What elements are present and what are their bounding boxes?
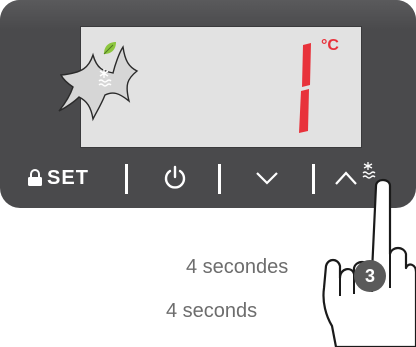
duration-caption-en: 4 seconds — [166, 300, 258, 322]
temperature-unit: °C — [321, 37, 339, 54]
set-button[interactable]: SET — [8, 150, 108, 206]
separator — [125, 164, 128, 194]
duration-caption-fr: 4 secondes — [186, 256, 289, 278]
power-button[interactable] — [140, 150, 210, 206]
separator — [218, 164, 221, 194]
lock-icon — [28, 169, 43, 186]
temperature-digit — [299, 43, 311, 133]
step-number-badge: 3 — [354, 260, 386, 292]
chevron-down-icon — [256, 172, 278, 185]
power-icon — [164, 165, 186, 189]
defrost-icon — [98, 69, 112, 87]
leaf-icon — [103, 42, 116, 55]
lcd-display: °C — [58, 26, 362, 148]
set-label: SET — [47, 166, 89, 189]
down-button[interactable] — [232, 150, 302, 206]
